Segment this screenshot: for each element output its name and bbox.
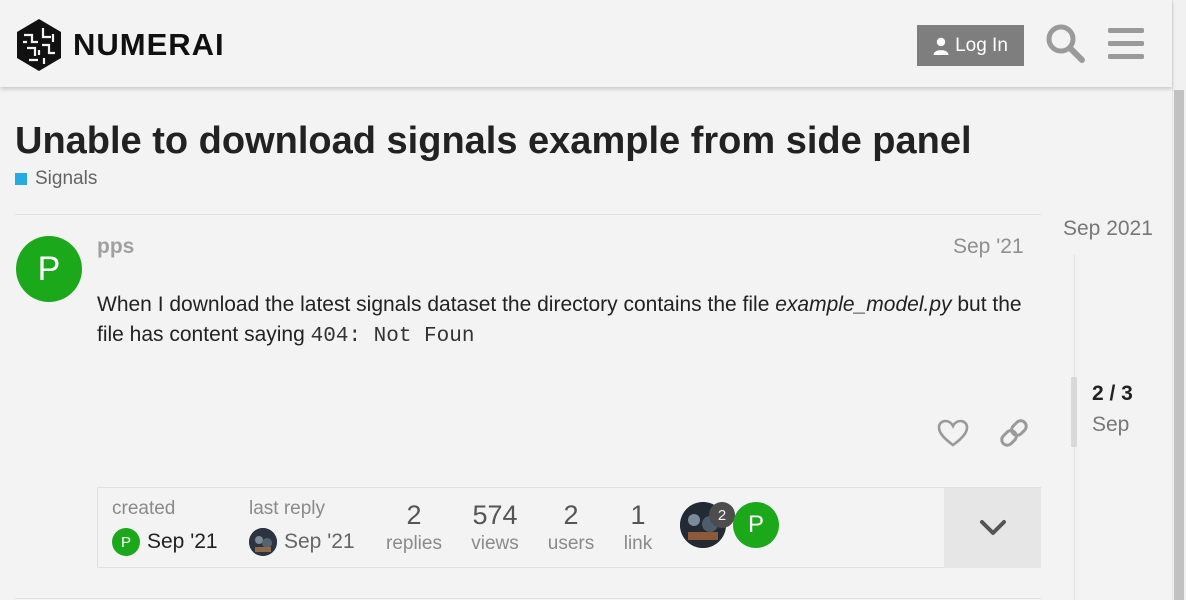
views-label: views	[471, 533, 519, 554]
topic-map: created P Sep '21 last reply Sep '21 2 r…	[97, 487, 1041, 568]
links-stat: 1 link	[608, 500, 668, 555]
post-username[interactable]: pps	[97, 235, 134, 259]
views-stat: 574 views	[460, 500, 530, 555]
post-filename: example_model.py	[775, 293, 952, 316]
post-inline-code: 404: Not Foun	[310, 325, 475, 348]
post-author-avatar[interactable]: P	[16, 236, 82, 302]
login-label: Log In	[955, 34, 1008, 56]
created-date: Sep '21	[147, 530, 218, 553]
hamburger-icon	[1108, 28, 1144, 59]
user-photo-icon	[249, 528, 277, 556]
user-icon	[933, 37, 949, 55]
timeline-position[interactable]: 2 / 3	[1092, 382, 1133, 406]
login-button[interactable]: Log In	[917, 25, 1024, 66]
post-divider	[15, 598, 1041, 599]
menu-button[interactable]	[1106, 24, 1146, 64]
last-reply-avatar	[249, 528, 277, 556]
link-icon	[1000, 419, 1028, 447]
participant-avatar-2[interactable]: P	[733, 502, 779, 548]
post-text-start: When I download the latest signals datas…	[97, 293, 776, 316]
category-label: Signals	[35, 168, 98, 189]
last-reply-info[interactable]: Sep '21	[249, 528, 355, 556]
category-color-square	[15, 173, 27, 185]
users-label: users	[547, 533, 595, 554]
search-icon	[1046, 24, 1085, 63]
topic-title[interactable]: Unable to download signals example from …	[15, 120, 972, 163]
heart-icon	[937, 419, 969, 447]
site-header: NUMERAI Log In	[0, 0, 1172, 87]
post-date[interactable]: Sep '21	[953, 235, 1024, 259]
last-reply-label: last reply	[249, 498, 326, 519]
views-count: 574	[472, 500, 518, 530]
post-body: When I download the latest signals datas…	[97, 290, 1037, 352]
last-reply-date: Sep '21	[284, 530, 355, 553]
created-label: created	[112, 498, 176, 519]
users-count: 2	[563, 500, 579, 530]
created-info[interactable]: P Sep '21	[112, 528, 218, 556]
users-stat: 2 users	[536, 500, 606, 555]
timeline-current-date: Sep	[1092, 413, 1130, 436]
replies-label: replies	[386, 533, 442, 554]
links-count: 1	[630, 500, 646, 530]
timeline-start-date[interactable]: Sep 2021	[1063, 217, 1153, 241]
topic-divider	[15, 214, 1041, 215]
numerai-logo[interactable]: NUMERAI	[15, 18, 225, 72]
replies-count: 2	[406, 500, 422, 530]
replies-stat: 2 replies	[379, 500, 449, 555]
links-label: link	[623, 533, 653, 554]
search-button[interactable]	[1044, 22, 1086, 64]
logo-text: NUMERAI	[73, 27, 225, 62]
timeline-handle[interactable]	[1071, 377, 1077, 447]
page-scrollbar-thumb[interactable]	[1174, 90, 1184, 600]
numerai-logo-icon	[17, 19, 61, 71]
like-button[interactable]	[936, 416, 970, 450]
share-link-button[interactable]	[997, 416, 1031, 450]
expand-topic-map-button[interactable]	[944, 488, 1041, 568]
chevron-down-icon	[979, 520, 1006, 535]
category-badge[interactable]: Signals	[15, 168, 97, 190]
created-avatar: P	[112, 528, 140, 556]
participant-count-badge: 2	[709, 502, 735, 528]
